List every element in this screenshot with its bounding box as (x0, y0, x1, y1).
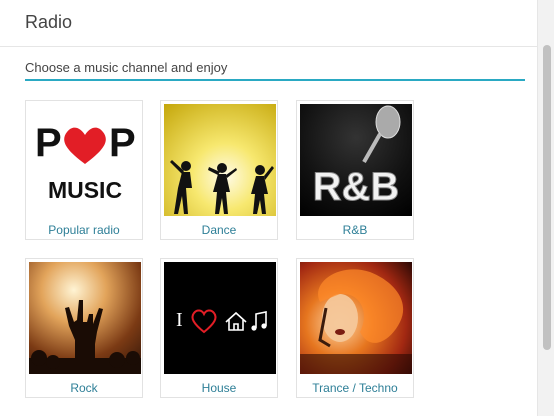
rock-artwork (29, 262, 141, 374)
channel-label-trance-techno: Trance / Techno (312, 381, 398, 395)
dance-artwork (164, 104, 276, 216)
house-symbols: I (176, 309, 267, 334)
dancers-silhouette (170, 160, 274, 214)
house-icon (225, 311, 247, 331)
channel-label-popular-radio: Popular radio (48, 223, 120, 237)
trance-techno-artwork (300, 262, 412, 374)
heart-outline-icon (191, 309, 217, 334)
page-title: Radio (25, 12, 73, 32)
vertical-scrollbar[interactable] (537, 0, 554, 416)
channel-prompt: Choose a music channel and enjoy (25, 60, 228, 75)
channel-card-rock[interactable]: Rock (25, 258, 143, 398)
pop-letter-p1: P (35, 121, 62, 165)
channel-label-rock: Rock (70, 381, 98, 395)
rnb-logo-text: R&B (313, 165, 400, 209)
prompt-underline (25, 79, 525, 81)
channel-card-rnb[interactable]: R&B R&B (296, 100, 414, 240)
channel-card-trance-techno[interactable]: Trance / Techno (296, 258, 414, 398)
channel-label-rnb: R&B (342, 223, 368, 237)
scrollbar-thumb[interactable] (543, 45, 551, 350)
trance-woman-art (300, 269, 412, 374)
channel-label-house: House (201, 381, 237, 395)
house-artwork: I (164, 262, 276, 374)
pop-music-word: MUSIC (48, 177, 122, 203)
channel-card-popular-radio[interactable]: P P MUSIC Popular radio (25, 100, 143, 240)
rock-hand-silhouette (29, 300, 141, 374)
pop-letter-p2: P (109, 121, 136, 165)
page-header: Radio (0, 0, 537, 47)
rnb-artwork: R&B (300, 104, 412, 216)
radio-page: Radio Choose a music channel and enjoy P… (0, 0, 554, 416)
channel-card-dance[interactable]: Dance (160, 100, 278, 240)
channel-card-house[interactable]: I House (160, 258, 278, 398)
pop-music-logo: P P MUSIC (35, 121, 136, 203)
channel-label-dance: Dance (201, 223, 237, 237)
heart-icon (64, 127, 106, 164)
letter-i: I (176, 309, 183, 331)
rnb-microphone-art: R&B (312, 105, 401, 210)
microphone-icon (375, 105, 401, 139)
popular-radio-artwork: P P MUSIC (29, 104, 141, 216)
